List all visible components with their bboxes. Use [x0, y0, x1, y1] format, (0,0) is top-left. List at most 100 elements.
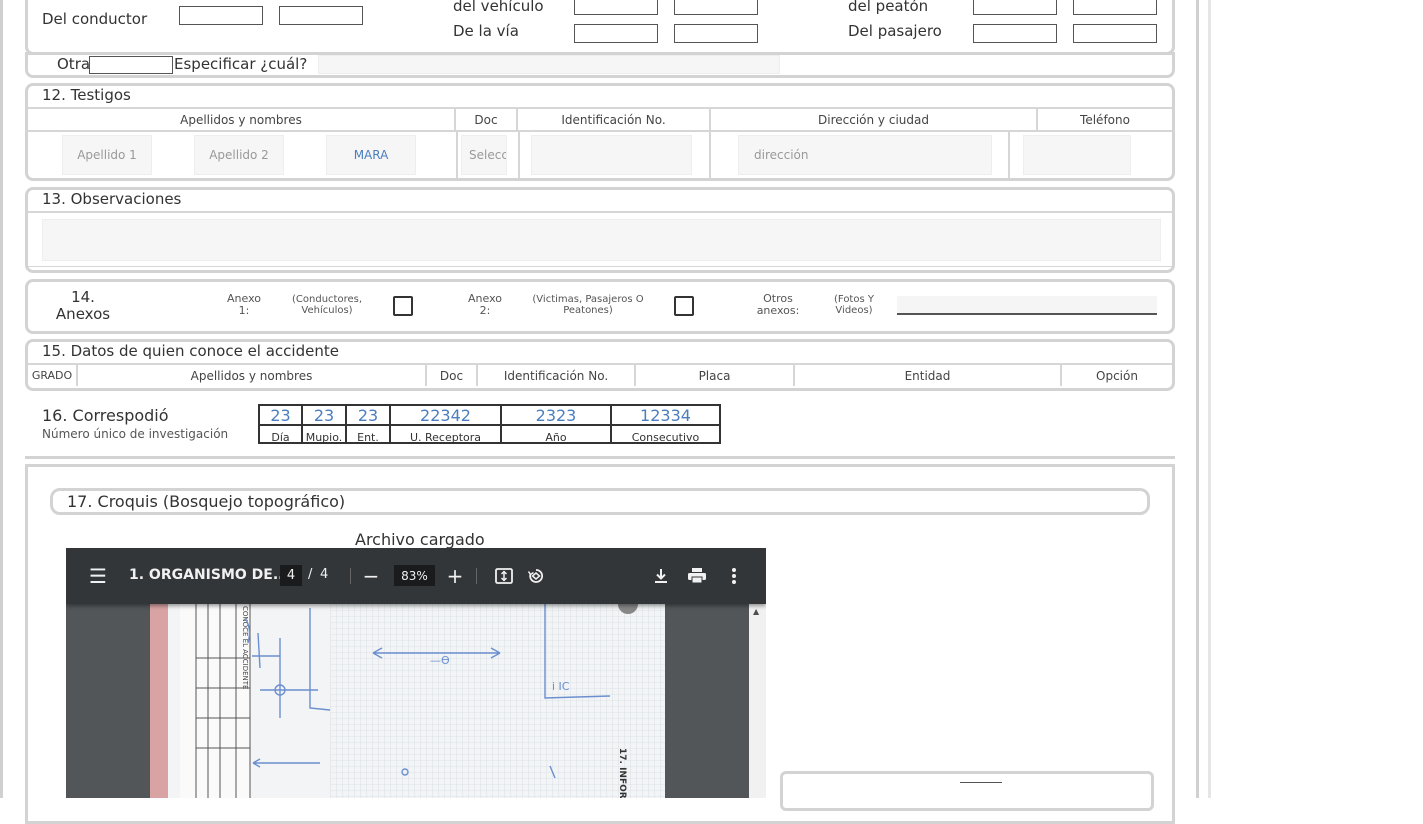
anexo1-description: (Conductores, Vehículos): [292, 294, 362, 316]
vehiculo-field-2[interactable]: [674, 0, 758, 15]
peaton-field-2[interactable]: [1073, 0, 1157, 15]
conductor-field-1[interactable]: [179, 6, 263, 25]
print-icon[interactable]: [686, 548, 708, 604]
ano-value: 2323: [535, 406, 577, 425]
anexo2-description: (Victimas, Pasajeros O Peatones): [532, 294, 644, 316]
testigos-title: 12. Testigos: [42, 86, 131, 104]
apellido1-input[interactable]: Apellido 1: [62, 135, 152, 175]
correspondio-title: 16. Correspodió: [42, 406, 169, 425]
col-entidad: Entidad: [795, 365, 1062, 386]
fit-page-icon[interactable]: [493, 548, 515, 604]
col-direccion: Dirección y ciudad: [711, 109, 1038, 130]
mupio-value-box[interactable]: 23: [301, 404, 347, 426]
col-grado: GRADO: [28, 365, 78, 386]
col-apellidos-nombres: Apellidos y nombres: [28, 109, 456, 130]
datos-conoce-header-row: GRADO Apellidos y nombres Doc Identifica…: [28, 365, 1172, 386]
observaciones-textarea[interactable]: [42, 219, 1161, 261]
apellido2-input[interactable]: Apellido 2: [194, 135, 284, 175]
u-receptora-label-box: U. Receptora: [389, 424, 502, 444]
download-icon[interactable]: [651, 548, 671, 604]
sketch-box-label: i IC: [552, 680, 570, 693]
dia-value: 23: [270, 406, 291, 425]
right-page-border-outer: [1208, 0, 1211, 798]
consecutivo-label-box: Consecutivo: [610, 424, 721, 444]
croquis-title: 17. Croquis (Bosquejo topográfico): [67, 492, 346, 511]
otra-field[interactable]: [89, 56, 173, 74]
direccion-placeholder: dirección: [754, 148, 809, 162]
anexos-title-number: 14.: [71, 288, 95, 306]
pdf-page: CONOCE EL ACCIDENTE —Ө i IC 17. INFOR: [150, 598, 665, 798]
scroll-up-icon[interactable]: ▲: [753, 607, 759, 616]
via-field-2[interactable]: [674, 24, 758, 43]
anexos-title-text: Anexos: [55, 305, 111, 323]
page-separator: /: [308, 567, 313, 582]
right-page-border: [1196, 0, 1199, 798]
vehiculo-label: del vehículo: [453, 0, 544, 15]
pasajero-field-2[interactable]: [1073, 24, 1157, 43]
identificacion-input[interactable]: [531, 135, 692, 175]
consecutivo-label: Consecutivo: [631, 431, 700, 444]
anexo1-label: Anexo 1:: [227, 292, 261, 317]
u-receptora-value-box[interactable]: 22342: [389, 404, 502, 426]
col-doc: Doc: [456, 109, 518, 130]
telefono-input[interactable]: [1023, 135, 1131, 175]
doc-select[interactable]: Selecc: [461, 135, 507, 175]
u-receptora-value: 22342: [420, 406, 471, 425]
section-divider: [25, 456, 1175, 459]
via-field-1[interactable]: [574, 24, 658, 43]
ent-value-box[interactable]: 23: [345, 404, 391, 426]
nombre-input[interactable]: MARA: [326, 135, 416, 175]
observaciones-title: 13. Observaciones: [42, 190, 182, 208]
ent-value: 23: [357, 406, 379, 425]
col-identificacion-15: Identificación No.: [478, 365, 636, 386]
sketch-side-label: 17. INFOR: [617, 748, 627, 798]
ano-label-box: Año: [500, 424, 612, 444]
apellido2-placeholder: Apellido 2: [209, 148, 269, 162]
col-opcion: Opción: [1096, 368, 1138, 383]
consecutivo-value-box[interactable]: 12334: [610, 404, 721, 426]
anexo1-checkbox[interactable]: [393, 296, 413, 316]
otros-anexos-file-input[interactable]: [897, 296, 1157, 315]
zoom-in-icon[interactable]: +: [446, 548, 464, 604]
anexo2-checkbox[interactable]: [674, 296, 694, 316]
file-loaded-label: Archivo cargado: [355, 530, 485, 549]
otros-anexos-label: Otros anexos:: [756, 292, 800, 317]
toolbar-divider-2: [476, 568, 477, 584]
page-number-input[interactable]: 4: [280, 565, 302, 586]
direccion-input[interactable]: dirección: [738, 135, 992, 175]
col-identificacion: Identificación No.: [518, 109, 711, 130]
apellido1-placeholder: Apellido 1: [77, 148, 137, 162]
zoom-input[interactable]: 83%: [394, 565, 435, 586]
especificar-field[interactable]: [318, 55, 780, 74]
pasajero-label: Del pasajero: [848, 22, 942, 40]
pdf-doc-title: 1. ORGANISMO DE...: [129, 567, 289, 583]
u-receptora-label: U. Receptora: [409, 431, 482, 444]
ent-label: Ent.: [357, 431, 379, 444]
right-panel-dash: [960, 782, 1002, 783]
rotate-icon[interactable]: [525, 548, 547, 604]
dia-value-box[interactable]: 23: [258, 404, 303, 426]
doc-placeholder: Selecc: [469, 148, 507, 162]
pasajero-field-1[interactable]: [973, 24, 1057, 43]
pdf-viewer[interactable]: ☰ 1. ORGANISMO DE... 4 / 4 − 83% + CONOC…: [66, 548, 766, 798]
especificar-label: Especificar ¿cuál?: [174, 55, 308, 73]
dia-label: Día: [271, 431, 290, 444]
conductor-field-2[interactable]: [279, 6, 363, 25]
nombre-value: MARA: [353, 148, 389, 162]
mupio-label-box: Mupio.: [301, 424, 347, 444]
menu-icon[interactable]: ☰: [86, 548, 110, 604]
vehiculo-field-1[interactable]: [574, 0, 658, 15]
col-doc-15: Doc: [427, 365, 478, 386]
col-telefono: Teléfono: [1080, 112, 1130, 127]
datos-conoce-title: 15. Datos de quien conoce el accidente: [42, 342, 339, 360]
toolbar-divider-1: [350, 568, 351, 584]
total-pages: 4: [320, 567, 329, 582]
pdf-scrollbar[interactable]: ▲: [749, 604, 766, 798]
anexos-title: 14. Anexos: [48, 289, 118, 323]
left-page-border: [0, 0, 3, 798]
zoom-out-icon[interactable]: −: [362, 548, 380, 604]
peaton-field-1[interactable]: [973, 0, 1057, 15]
ano-value-box[interactable]: 2323: [500, 404, 612, 426]
more-icon[interactable]: [724, 548, 744, 604]
dia-label-box: Día: [258, 424, 303, 444]
